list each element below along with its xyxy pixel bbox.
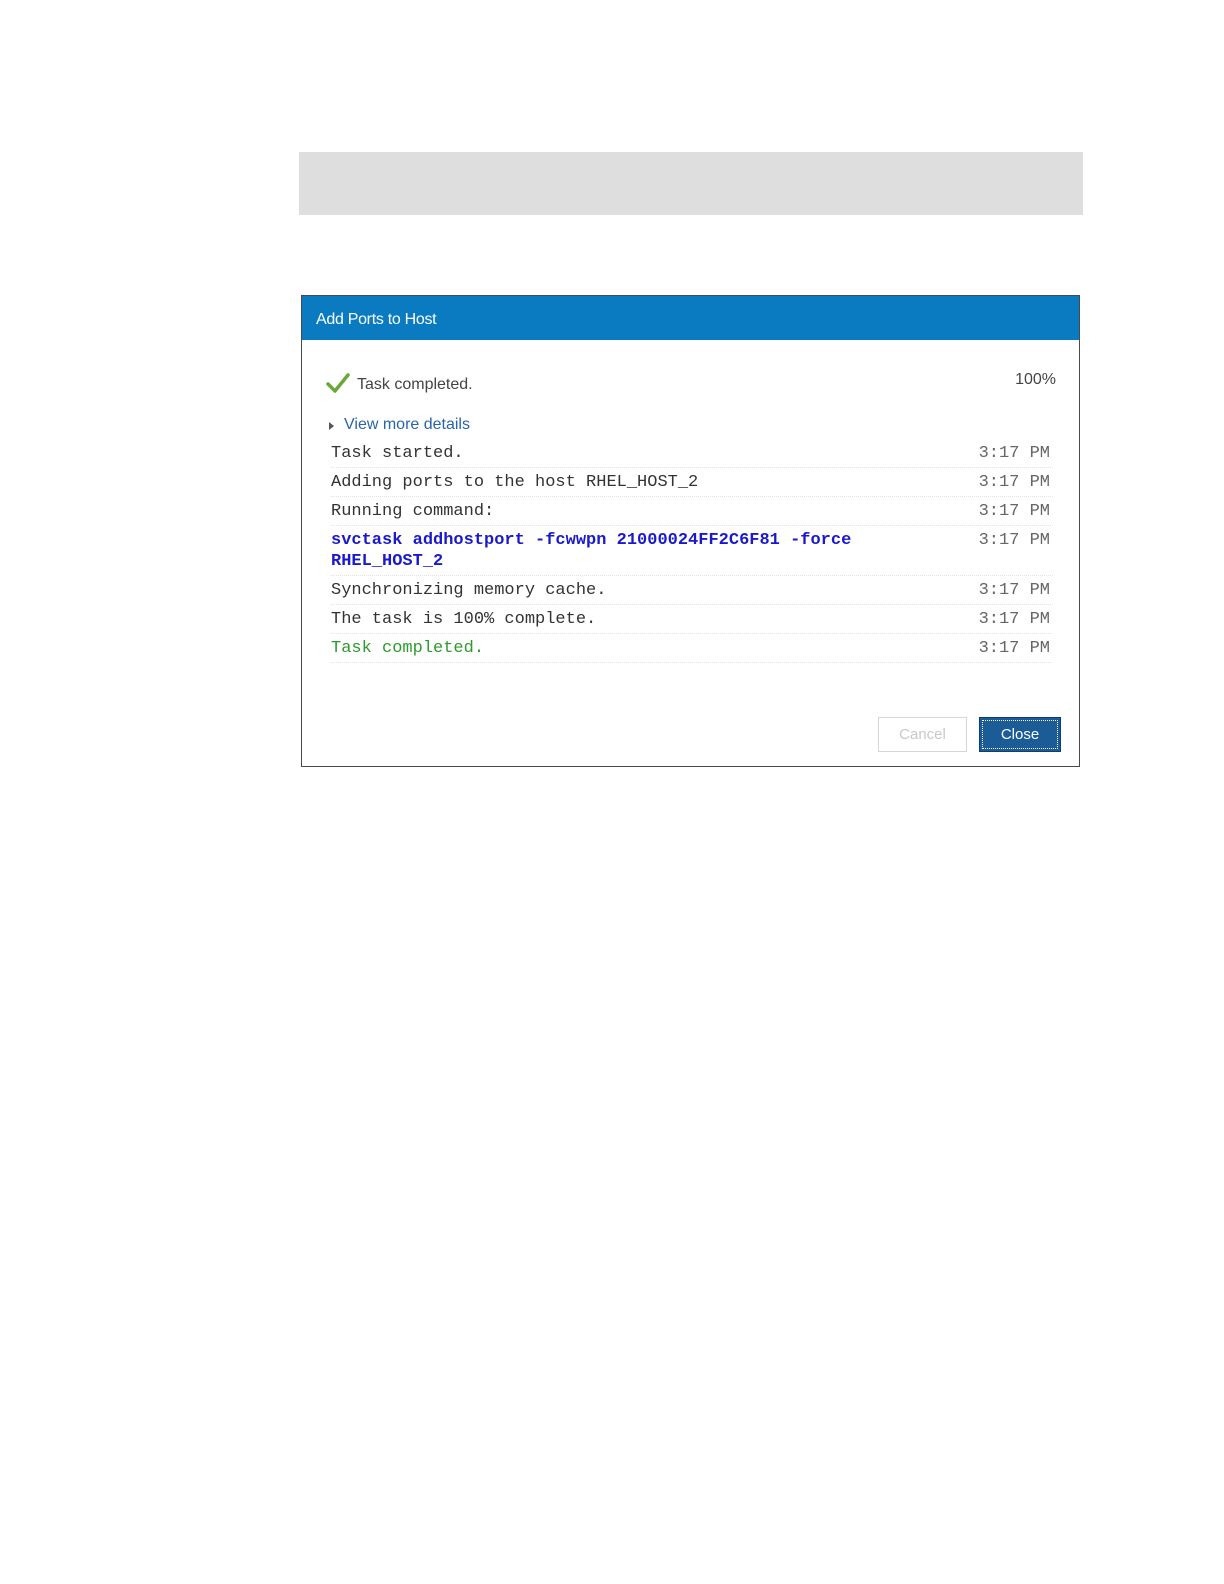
page: Add Ports to Host Task completed. 100% V…	[0, 0, 1224, 1584]
gray-banner	[299, 152, 1083, 215]
log-time: 3:17 PM	[978, 502, 1050, 521]
progress-percent: 100%	[1015, 371, 1056, 388]
log-time: 3:17 PM	[978, 639, 1050, 658]
status-row: Task completed. 100%	[326, 371, 1056, 396]
log-message: Running command:	[331, 502, 495, 521]
log-row: Adding ports to the host RHEL_HOST_2 3:17…	[331, 468, 1053, 497]
log-row: svctask addhostport -fcwwpn 21000024FF2C…	[331, 526, 1053, 576]
log-time: 3:17 PM	[978, 581, 1050, 600]
log-time: 3:17 PM	[978, 531, 1050, 550]
close-button[interactable]: Close	[979, 717, 1061, 752]
dialog-title: Add Ports to Host	[316, 311, 437, 328]
task-log: Task started. 3:17 PM Adding ports to the …	[331, 439, 1053, 663]
log-row: Task completed. 3:17 PM	[331, 634, 1053, 663]
add-ports-dialog: Add Ports to Host Task completed. 100% V…	[301, 295, 1080, 767]
status-text: Task completed.	[357, 376, 473, 393]
log-message: The task is 100% complete.	[331, 610, 597, 629]
log-row: Synchronizing memory cache. 3:17 PM	[331, 576, 1053, 605]
cancel-button[interactable]: Cancel	[878, 717, 967, 752]
triangle-right-icon	[329, 422, 334, 430]
log-row: The task is 100% complete. 3:17 PM	[331, 605, 1053, 634]
view-more-details-link[interactable]: View more details	[344, 416, 470, 434]
log-row: Task started. 3:17 PM	[331, 439, 1053, 468]
check-icon	[326, 373, 350, 393]
log-message: Task completed.	[331, 639, 485, 658]
log-message: Task started.	[331, 444, 464, 463]
log-time: 3:17 PM	[978, 473, 1050, 492]
dialog-header: Add Ports to Host	[302, 296, 1079, 340]
log-message: Adding ports to the host RHEL_HOST_2	[331, 473, 699, 492]
log-message: Synchronizing memory cache.	[331, 581, 607, 600]
log-row: Running command: 3:17 PM	[331, 497, 1053, 526]
log-time: 3:17 PM	[978, 610, 1050, 629]
log-message: svctask addhostport -fcwwpn 21000024FF2C…	[331, 531, 862, 571]
log-time: 3:17 PM	[978, 444, 1050, 463]
